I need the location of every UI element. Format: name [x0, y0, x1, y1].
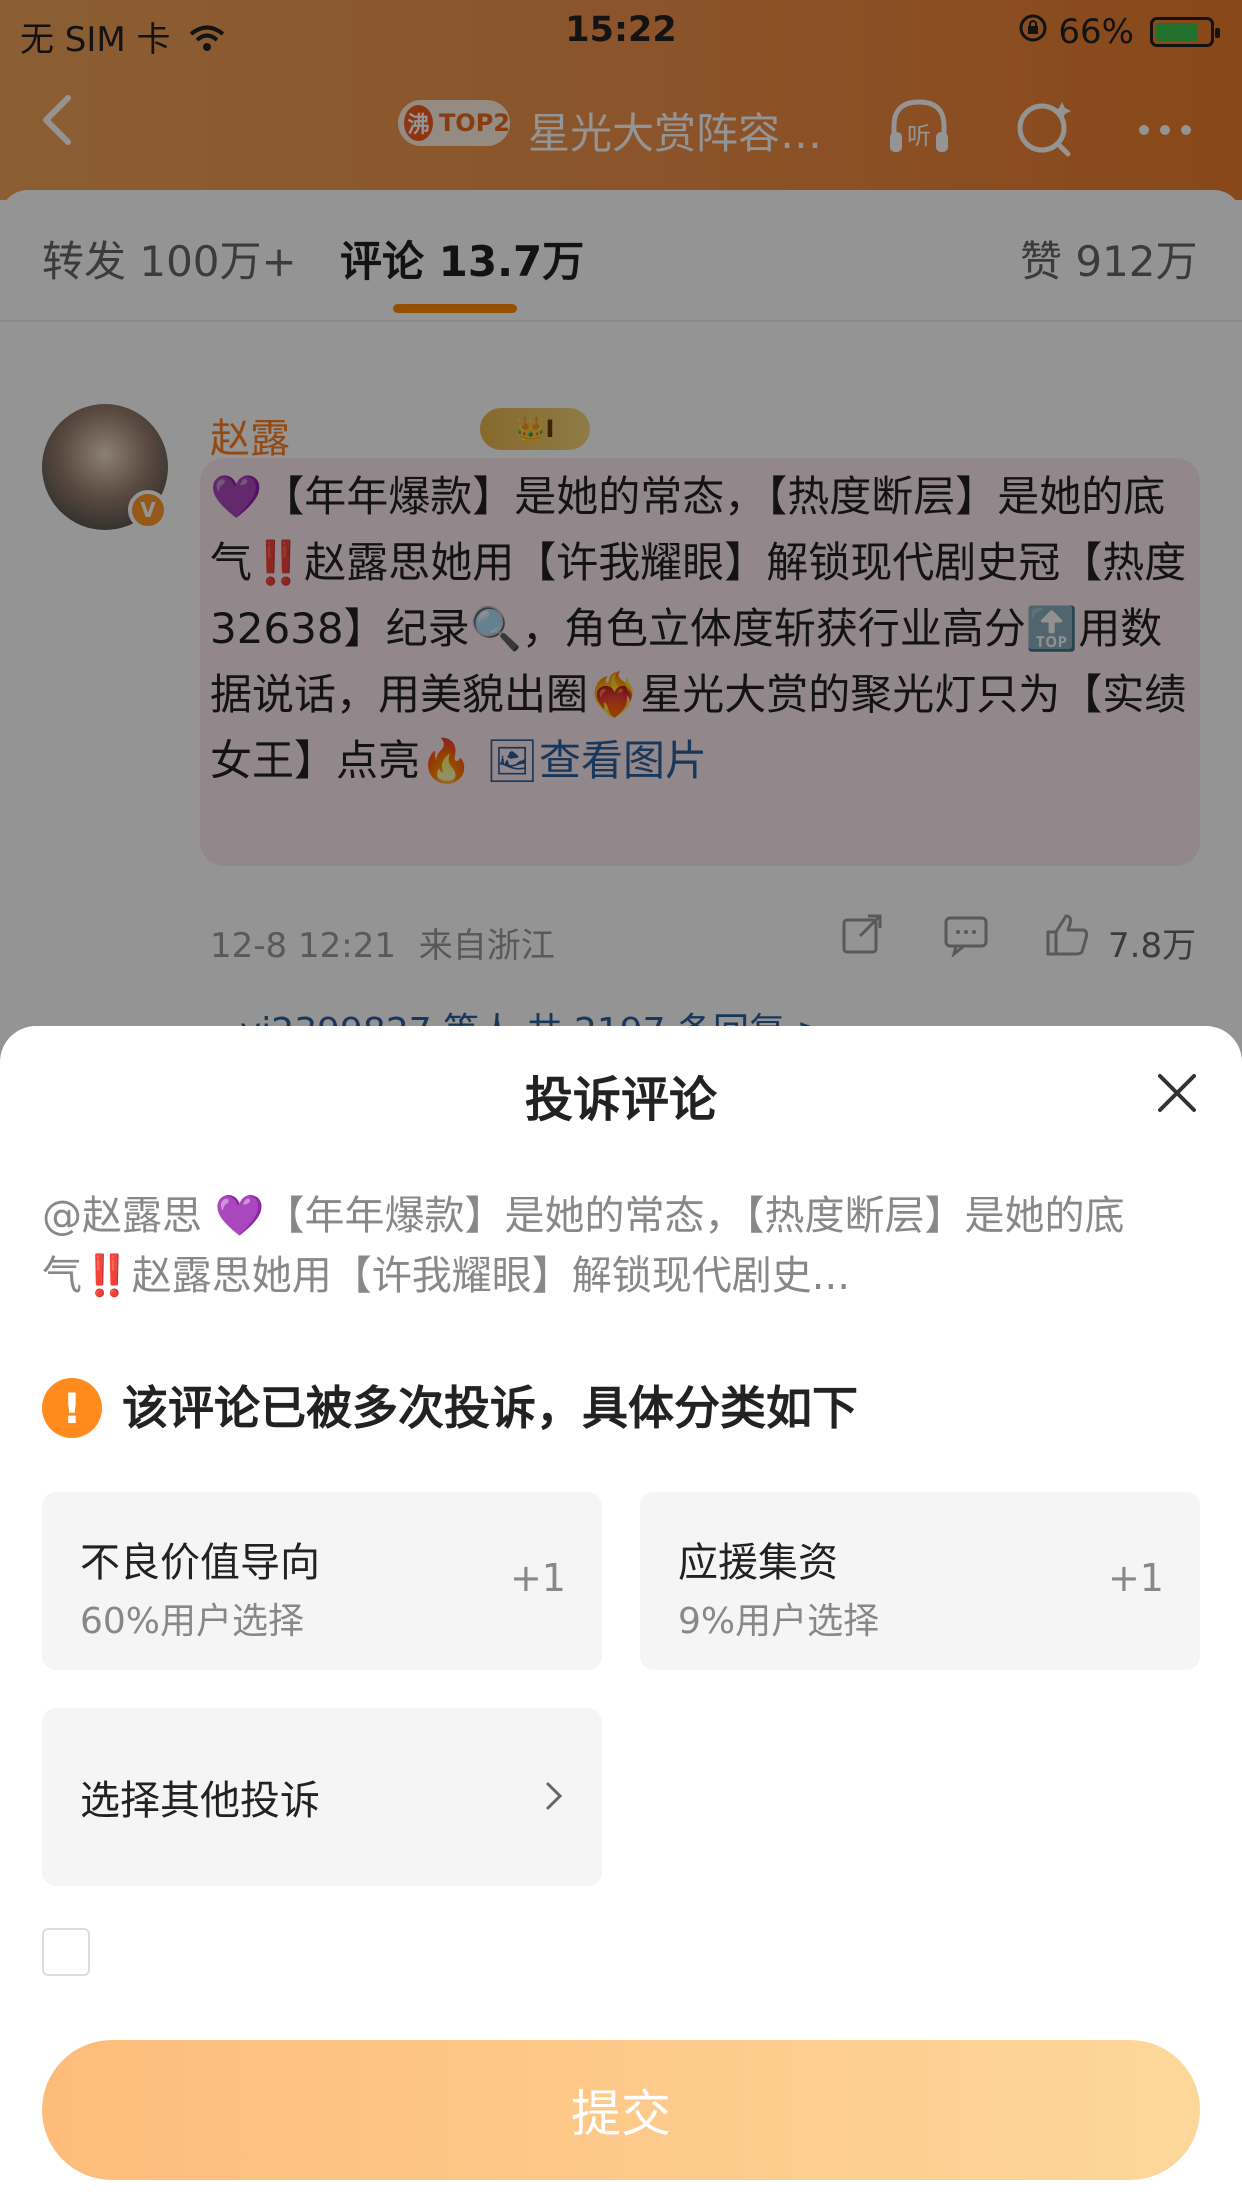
other-complaint-option[interactable]: 选择其他投诉 [42, 1708, 602, 1886]
option-plus: +1 [509, 1556, 566, 1600]
complaint-option-1[interactable]: 不良价值导向 60%用户选择 +1 [42, 1492, 602, 1670]
option-label: 不良价值导向 [80, 1540, 320, 1586]
close-icon [1158, 1074, 1196, 1112]
other-option-label: 选择其他投诉 [80, 1778, 320, 1824]
close-button[interactable] [1150, 1066, 1204, 1120]
complaint-sheet: 投诉评论 @赵露思 💜【年年爆款】是她的常态，【热度断层】是她的底气‼️赵露思她… [0, 1026, 1242, 2208]
complaint-option-2[interactable]: 应援集资 9%用户选择 +1 [640, 1492, 1200, 1670]
submit-button[interactable]: 提交 [42, 2040, 1200, 2180]
option-label: 应援集资 [678, 1540, 838, 1586]
option-percent: 60%用户选择 [80, 1601, 305, 1642]
warning-icon: ! [42, 1378, 102, 1438]
agree-checkbox[interactable] [42, 1928, 90, 1976]
sheet-title: 投诉评论 [524, 1072, 717, 1128]
quoted-comment: @赵露思 💜【年年爆款】是她的常态，【热度断层】是她的底气‼️赵露思她用【许我耀… [42, 1193, 1125, 1299]
warning-text: 该评论已被多次投诉，具体分类如下 [122, 1381, 858, 1435]
option-percent: 9%用户选择 [678, 1601, 880, 1642]
option-plus: +1 [1107, 1556, 1164, 1600]
chevron-right-icon [536, 1770, 572, 1822]
